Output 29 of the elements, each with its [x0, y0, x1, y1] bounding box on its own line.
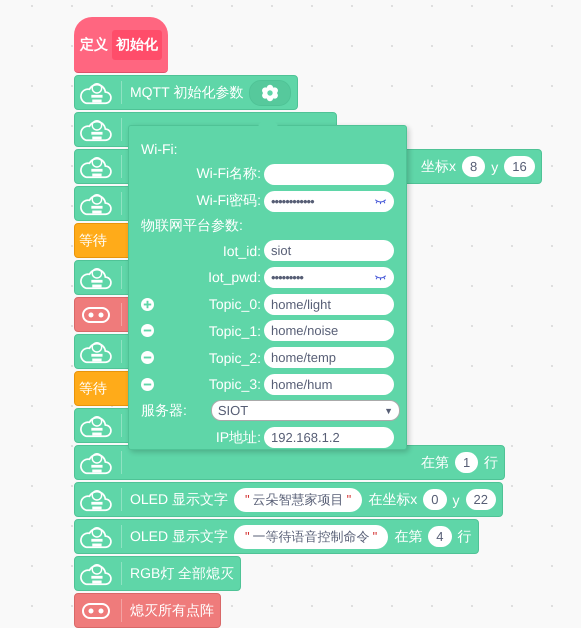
block-label: y [491, 158, 498, 174]
block-label: OLED 显示文字 [130, 528, 228, 546]
block-label: y [452, 492, 460, 508]
block-label: 行 [484, 454, 498, 472]
block-label: 在坐标x [368, 490, 418, 508]
field-label: 服务器: [141, 402, 187, 420]
block-label: OLED 显示文字 [130, 490, 228, 508]
field-label: IP地址: [214, 428, 261, 447]
section-heading: 物联网平台参数: [141, 216, 244, 236]
field-label: Wi-Fi密码: [195, 192, 261, 210]
block-label: 熄灭所有点阵 [130, 602, 214, 620]
field-label: Iot_id: [222, 242, 261, 259]
section-heading: Wi-Fi: [141, 140, 179, 159]
block-label: MQTT 初始化参数 [130, 84, 244, 102]
field-label: Iot_pwd: [207, 269, 261, 286]
block-label: RGB灯 全部熄灭 [130, 564, 234, 582]
field-label: Topic_0: [208, 296, 261, 312]
field-label: Wi-Fi名称: [195, 165, 261, 184]
function-name: 初始化 [112, 30, 162, 60]
block-label: 在第 [394, 528, 422, 546]
field-label: Topic_3: [208, 376, 261, 392]
field-label: Topic_2: [208, 350, 261, 366]
define-label: 定义 [80, 36, 108, 54]
block-label: 行 [458, 528, 472, 546]
block-label: 坐标x [421, 158, 456, 176]
block-label: 等待 [79, 380, 107, 398]
block-label: 等待 [79, 232, 107, 250]
field-label: Topic_1: [208, 322, 261, 339]
block-label: 在第 [421, 454, 449, 472]
